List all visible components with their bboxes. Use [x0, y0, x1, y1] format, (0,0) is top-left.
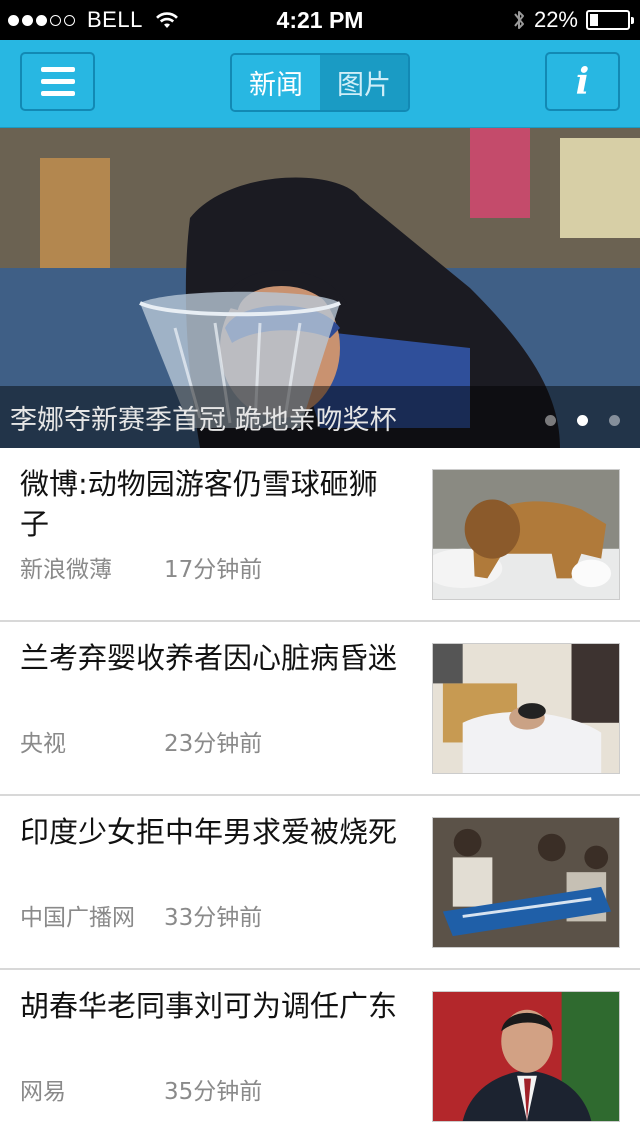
hamburger-icon	[40, 79, 75, 84]
status-right: 22%	[512, 0, 634, 40]
news-source: 中国广播网	[20, 905, 135, 931]
news-meta: 央视 23分钟前	[20, 724, 262, 758]
news-thumbnail-hospital	[432, 643, 620, 774]
page-dot	[609, 415, 620, 426]
news-time: 33分钟前	[164, 905, 263, 931]
news-thumbnail-lion	[432, 469, 620, 600]
hero-caption-bar: 李娜夺新赛季首冠 跪地亲吻奖杯	[0, 386, 640, 448]
news-source: 央视	[20, 731, 66, 757]
status-left: BELL	[8, 0, 179, 40]
news-title: 胡春华老同事刘可为调任广东	[20, 989, 398, 1023]
news-item[interactable]: 兰考弃婴收养者因心脏病昏迷 央视 23分钟前	[0, 622, 640, 796]
news-item[interactable]: 印度少女拒中年男求爱被烧死 中国广播网 33分钟前	[0, 796, 640, 970]
news-time: 23分钟前	[164, 731, 263, 757]
news-time: 17分钟前	[164, 557, 263, 583]
news-time: 35分钟前	[164, 1079, 263, 1105]
news-meta: 新浪微薄 17分钟前	[20, 550, 262, 584]
info-button[interactable]: i	[545, 52, 620, 111]
wifi-icon	[155, 12, 178, 28]
news-thumbnail-portrait	[432, 991, 620, 1122]
signal-dot	[8, 14, 19, 26]
news-thumbnail-stretcher	[432, 817, 620, 948]
tab-news[interactable]: 新闻	[232, 55, 320, 110]
news-meta: 中国广播网 33分钟前	[20, 898, 262, 932]
status-bar: BELL 4:21 PM 22%	[0, 0, 640, 40]
tab-photos[interactable]: 图片	[320, 55, 408, 110]
news-source: 网易	[20, 1079, 66, 1105]
page-dot-active	[577, 415, 588, 426]
news-title: 兰考弃婴收养者因心脏病昏迷	[20, 641, 398, 675]
news-title: 印度少女拒中年男求爱被烧死	[20, 815, 398, 849]
info-icon: i	[575, 60, 590, 103]
news-title: 微博:动物园游客仍雪球砸狮子	[20, 467, 378, 541]
navigation-bar: 新闻 图片 i	[0, 40, 640, 128]
signal-strength-icon	[8, 14, 75, 26]
page-dot	[545, 415, 556, 426]
carrier-name: BELL	[87, 7, 143, 32]
hamburger-icon	[40, 91, 75, 96]
signal-dot	[36, 14, 47, 26]
signal-dot	[50, 14, 61, 26]
battery-level	[590, 14, 598, 26]
signal-dot	[22, 14, 33, 26]
hero-page-indicator[interactable]	[545, 415, 620, 426]
hero-caption: 李娜夺新赛季首冠 跪地亲吻奖杯	[10, 404, 397, 436]
hero-banner[interactable]: 李娜夺新赛季首冠 跪地亲吻奖杯	[0, 128, 640, 448]
news-source: 新浪微薄	[20, 557, 112, 583]
news-item[interactable]: 胡春华老同事刘可为调任广东 网易 35分钟前	[0, 970, 640, 1136]
news-item[interactable]: 微博:动物园游客仍雪球砸狮子 新浪微薄 17分钟前	[0, 448, 640, 622]
bluetooth-icon	[514, 11, 524, 29]
battery-percent: 22%	[533, 7, 578, 32]
section-segmented-control: 新闻 图片	[230, 53, 410, 112]
menu-button[interactable]	[20, 52, 95, 111]
news-list: 微博:动物园游客仍雪球砸狮子 新浪微薄 17分钟前 兰考弃婴收养者因心脏病昏迷 …	[0, 448, 640, 1136]
signal-dot	[64, 14, 75, 26]
hamburger-icon	[40, 67, 75, 72]
battery-icon	[586, 10, 634, 30]
news-meta: 网易 35分钟前	[20, 1072, 262, 1106]
